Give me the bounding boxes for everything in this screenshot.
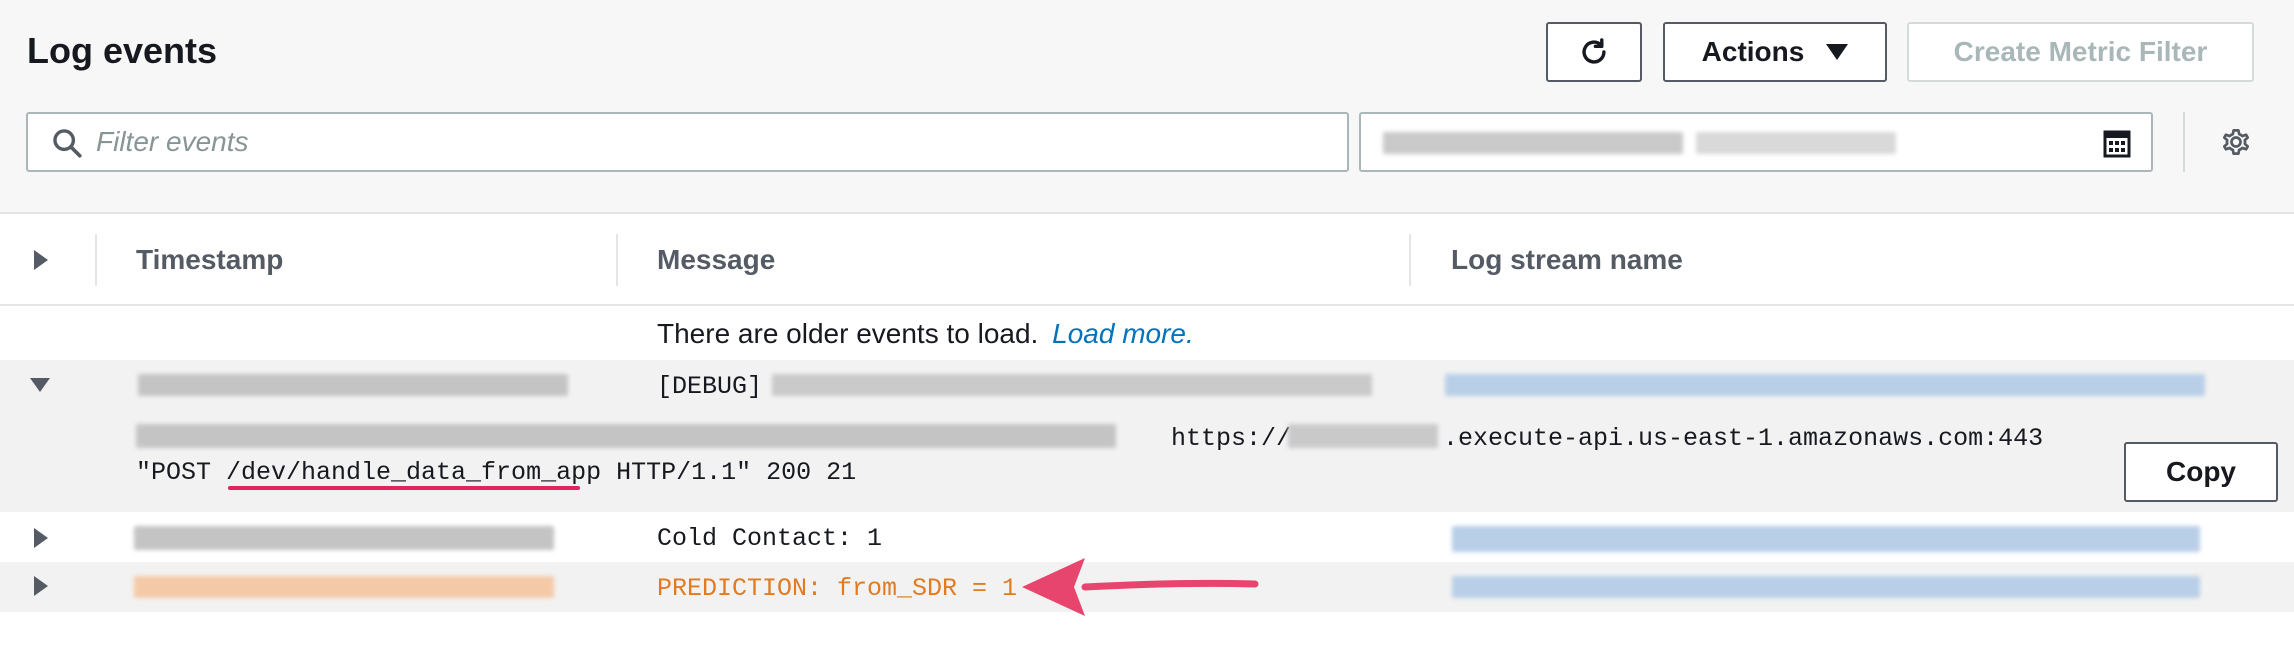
date-range-value-redacted [1696, 132, 1896, 154]
filter-events-search [26, 112, 1349, 172]
message-redacted [772, 374, 1372, 396]
log-events-toolbar: Log events Actions Create Metric Filter [0, 0, 2294, 214]
load-more-link[interactable]: Load more. [1052, 318, 1194, 349]
message-column-header[interactable]: Message [657, 244, 775, 276]
copy-button[interactable]: Copy [2124, 442, 2278, 502]
older-events-message: There are older events to load. Load mor… [657, 318, 1194, 350]
refresh-icon [1582, 38, 1606, 64]
table-header: Timestamp Message Log stream name [0, 214, 2294, 306]
timestamp-redacted [134, 526, 554, 550]
log-stream-redacted [1445, 374, 2205, 396]
column-divider[interactable] [95, 234, 97, 286]
refresh-button[interactable] [1546, 22, 1642, 82]
log-stream-name-column-header[interactable]: Log stream name [1451, 244, 1683, 276]
timestamp-redacted [138, 374, 568, 396]
actions-dropdown-button[interactable]: Actions [1663, 22, 1887, 82]
calendar-icon[interactable] [2103, 130, 2131, 158]
message-prefix: [DEBUG] [657, 372, 763, 401]
log-stream-redacted [1452, 526, 2200, 552]
log-stream-redacted [1452, 576, 2200, 598]
detail-host-suffix: .execute-api.us-east-1.amazonaws.com:443 [1443, 424, 2044, 453]
gear-icon[interactable] [2218, 124, 2254, 160]
timestamp-redacted [134, 576, 554, 598]
collapse-row-icon[interactable] [30, 378, 50, 392]
toolbar-divider [2183, 112, 2185, 172]
panel-title: Log events [27, 30, 218, 71]
detail-request-path: /dev/handle_data_from_app [226, 458, 602, 487]
expand-all-icon[interactable] [34, 250, 48, 270]
row-message-prediction: PREDICTION: from_SDR = 1 [657, 574, 1018, 603]
date-range-value-redacted [1383, 132, 1683, 154]
older-events-row: There are older events to load. Load mor… [0, 306, 2294, 360]
detail-redacted [136, 424, 1116, 448]
older-events-text: There are older events to load. [657, 318, 1039, 349]
annotation-underline [228, 486, 580, 490]
row-message: Cold Contact: 1 [657, 524, 883, 553]
annotation-arrow [1022, 558, 1259, 616]
filter-events-input[interactable] [96, 120, 1296, 164]
detail-request-method: "POST [136, 458, 227, 487]
caret-down-icon [1826, 44, 1849, 60]
detail-request-status: HTTP/1.1" 200 21 [601, 458, 857, 487]
column-divider[interactable] [616, 234, 618, 286]
create-metric-filter-button[interactable]: Create Metric Filter [1907, 22, 2254, 82]
search-icon [53, 129, 82, 158]
timestamp-column-header[interactable]: Timestamp [136, 244, 283, 276]
date-range-picker[interactable] [1359, 112, 2153, 172]
detail-host-redacted [1288, 424, 1438, 448]
detail-request-line: "POST /dev/handle_data_from_app HTTP/1.1… [136, 458, 856, 487]
detail-url-prefix: https:// [1171, 424, 1292, 453]
expand-row-icon[interactable] [34, 528, 48, 548]
actions-label: Actions [1701, 36, 1805, 67]
expand-row-icon[interactable] [34, 576, 48, 596]
column-divider[interactable] [1409, 234, 1411, 286]
